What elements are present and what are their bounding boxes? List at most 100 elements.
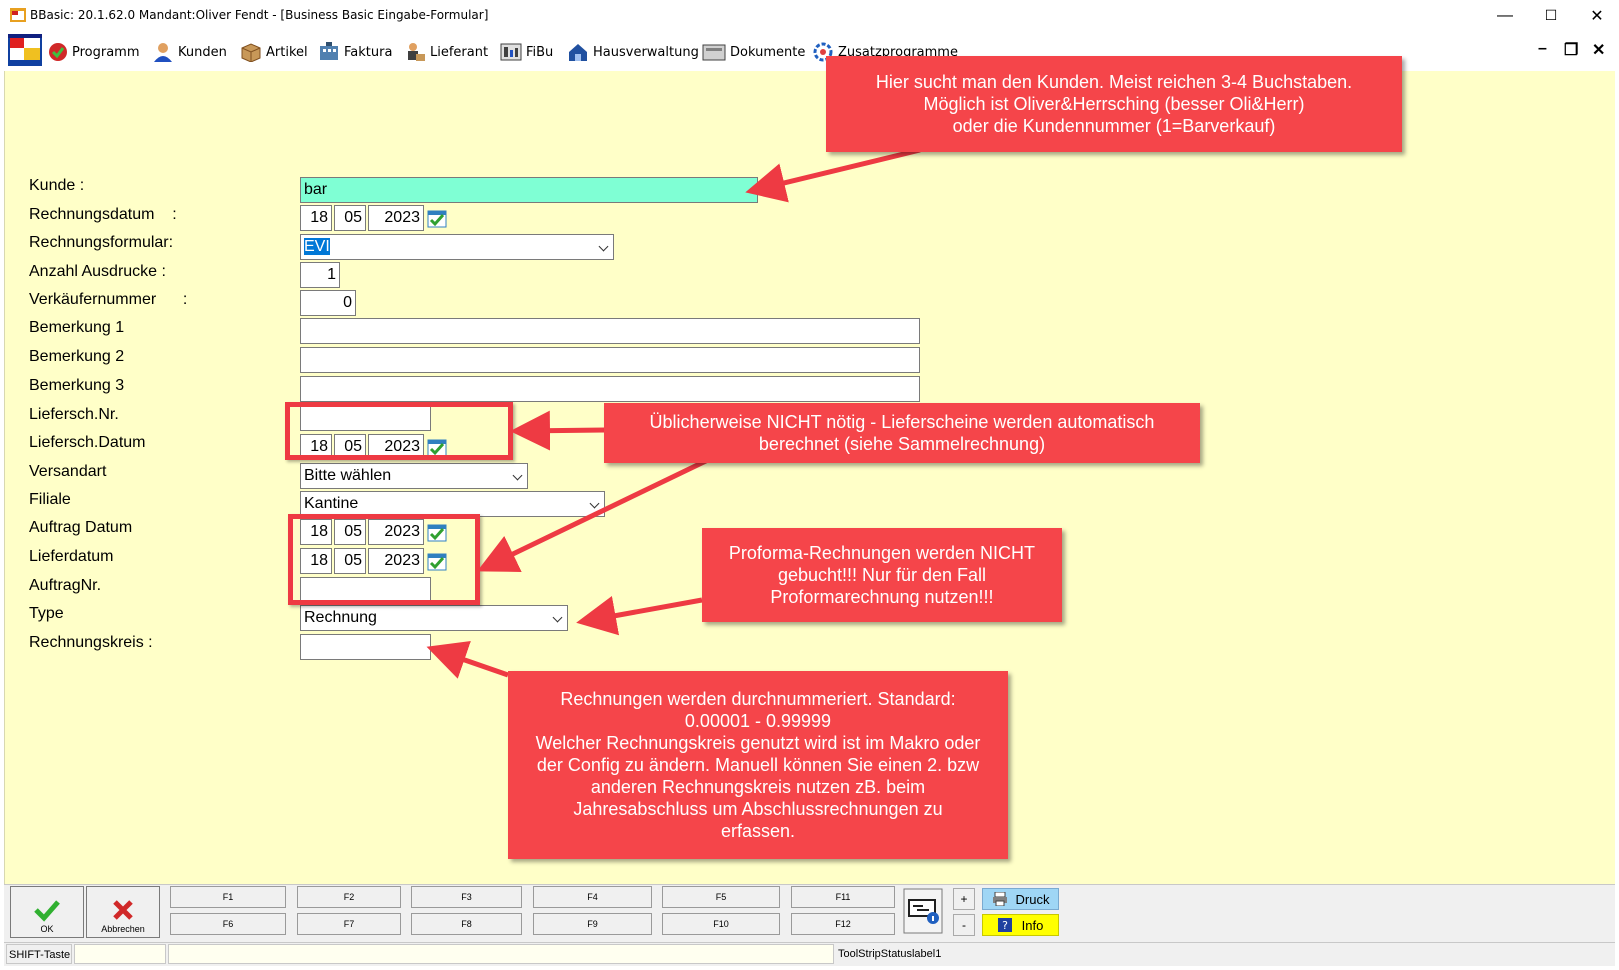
label-rechnungsdatum: Rechnungsdatum : bbox=[29, 206, 177, 223]
type-select[interactable]: Rechnung bbox=[300, 605, 568, 631]
menu-dokumente-label: Dokumente bbox=[730, 44, 806, 60]
druck-label: Druck bbox=[1015, 891, 1050, 907]
abbrechen-label: Abbrechen bbox=[101, 924, 145, 934]
abbrechen-button[interactable]: Abbrechen bbox=[86, 886, 160, 938]
checkmark-icon bbox=[34, 900, 60, 922]
status-shift: SHIFT-Taste bbox=[6, 944, 72, 964]
f4-button[interactable]: F4 bbox=[533, 886, 652, 908]
cancel-x-icon bbox=[113, 900, 133, 920]
ok-label: OK bbox=[40, 924, 54, 934]
highlight-box-liefersch bbox=[285, 402, 513, 460]
dokumente-icon bbox=[702, 44, 726, 61]
maximize-button[interactable]: ☐ bbox=[1528, 0, 1574, 31]
menu-kunden-label: Kunden bbox=[178, 44, 227, 60]
menu-kunden[interactable]: Kunden bbox=[152, 40, 227, 64]
label-auftragnr: AuftragNr. bbox=[29, 577, 102, 594]
f11-button[interactable]: F11 bbox=[791, 886, 895, 908]
artikel-box-icon bbox=[241, 43, 261, 62]
bemerkung1-input[interactable] bbox=[300, 318, 920, 344]
mdi-close-button[interactable]: ✕ bbox=[1592, 40, 1605, 60]
ok-button[interactable]: OK bbox=[10, 886, 84, 938]
highlight-box-auftrag bbox=[288, 514, 480, 605]
rechnungskreis-input[interactable] bbox=[300, 634, 431, 660]
callout-kunde: Hier sucht man den Kunden. Meist reichen… bbox=[826, 56, 1402, 152]
f12-button[interactable]: F12 bbox=[791, 913, 895, 935]
label-liefersch-nr: Liefersch.Nr. bbox=[29, 406, 119, 423]
menu-faktura-label: Faktura bbox=[344, 44, 393, 60]
rechnungsdatum-day-input[interactable]: 18 bbox=[300, 205, 332, 231]
title-bar: BBasic: 20.1.62.0 Mandant:Oliver Fendt -… bbox=[0, 0, 1619, 31]
minus-button[interactable]: - bbox=[953, 914, 975, 936]
minimize-button[interactable]: — bbox=[1482, 0, 1528, 31]
druck-button[interactable]: Druck bbox=[982, 888, 1059, 910]
label-anzahl-ausdrucke: Anzahl Ausdrucke : bbox=[29, 263, 166, 280]
f7-button[interactable]: F7 bbox=[297, 913, 401, 935]
fibu-icon bbox=[500, 43, 522, 61]
callout-proforma: Proforma-Rechnungen werden NICHT gebucht… bbox=[702, 528, 1062, 622]
lieferant-icon bbox=[408, 43, 425, 61]
label-filiale: Filiale bbox=[29, 491, 71, 508]
menu-dokumente[interactable]: Dokumente bbox=[702, 40, 805, 64]
calendar-check-icon[interactable] bbox=[426, 207, 448, 229]
f10-button[interactable]: F10 bbox=[662, 913, 780, 935]
menu-programm-label: Programm bbox=[72, 44, 140, 60]
rechnungsdatum-month-input[interactable]: 05 bbox=[334, 205, 366, 231]
f1-button[interactable]: F1 bbox=[170, 886, 286, 908]
menu-faktura[interactable]: Faktura bbox=[318, 40, 392, 64]
status-segment-empty-wide bbox=[168, 944, 834, 964]
rechnungsformular-value: EVI bbox=[304, 238, 330, 255]
anzahl-ausdrucke-input[interactable]: 1 bbox=[300, 262, 340, 288]
kunde-input[interactable]: bar bbox=[300, 177, 758, 203]
callout-rechnungskreis: Rechnungen werden durchnummeriert. Stand… bbox=[508, 671, 1008, 859]
hausverwaltung-icon bbox=[569, 44, 587, 61]
verkaeufernummer-input[interactable]: 0 bbox=[300, 290, 356, 316]
kunden-icon bbox=[154, 43, 172, 62]
callout-liefersch: Üblicherweise NICHT nötig - Lieferschein… bbox=[604, 403, 1200, 463]
info-label: Info bbox=[1021, 917, 1044, 933]
label-bemerkung3: Bemerkung 3 bbox=[29, 377, 125, 394]
mdi-minimize-button[interactable]: – bbox=[1538, 40, 1547, 58]
rechnungsformular-select[interactable]: EVI bbox=[300, 234, 614, 260]
bemerkung2-input[interactable] bbox=[300, 347, 920, 373]
menu-artikel[interactable]: Artikel bbox=[240, 40, 308, 64]
f9-button[interactable]: F9 bbox=[533, 913, 652, 935]
info-button[interactable]: ? Info bbox=[982, 914, 1059, 936]
bemerkung3-input[interactable] bbox=[300, 376, 920, 402]
menu-hausverwaltung[interactable]: Hausverwaltung bbox=[567, 40, 699, 64]
plus-button[interactable]: + bbox=[953, 888, 975, 910]
label-verkaeufernummer: Verkäufernummer : bbox=[29, 291, 188, 308]
menu-programm[interactable]: Programm bbox=[48, 40, 140, 64]
label-bemerkung1: Bemerkung 1 bbox=[29, 319, 125, 336]
f6-button[interactable]: F6 bbox=[170, 913, 286, 935]
close-button[interactable]: ✕ bbox=[1574, 0, 1619, 31]
window-title: BBasic: 20.1.62.0 Mandant:Oliver Fendt -… bbox=[30, 8, 489, 22]
label-bemerkung2: Bemerkung 2 bbox=[29, 348, 125, 365]
menu-fibu-label: FiBu bbox=[526, 44, 554, 60]
versandart-select[interactable]: Bitte wählen bbox=[300, 463, 528, 489]
f5-button[interactable]: F5 bbox=[662, 886, 780, 908]
label-auftrag-datum: Auftrag Datum bbox=[29, 519, 133, 536]
label-versandart: Versandart bbox=[29, 463, 107, 480]
faktura-icon bbox=[320, 42, 338, 60]
menu-lieferant-label: Lieferant bbox=[430, 44, 489, 60]
rechnungsdatum-year-input[interactable]: 2023 bbox=[368, 205, 424, 231]
app-icon bbox=[10, 8, 26, 22]
keyboard-info-icon[interactable] bbox=[903, 888, 943, 934]
label-lieferdatum: Lieferdatum bbox=[29, 548, 114, 565]
label-liefersch-datum: Liefersch.Datum bbox=[29, 434, 146, 451]
f3-button[interactable]: F3 bbox=[411, 886, 522, 908]
mdi-restore-button[interactable]: ❐ bbox=[1564, 40, 1578, 60]
f8-button[interactable]: F8 bbox=[411, 913, 522, 935]
help-icon: ? bbox=[997, 918, 1012, 932]
label-rechnungsformular: Rechnungsformular: bbox=[29, 234, 174, 251]
menu-hausverwaltung-label: Hausverwaltung bbox=[593, 44, 699, 60]
printer-icon bbox=[992, 892, 1007, 906]
label-type: Type bbox=[29, 605, 64, 622]
label-kunde: Kunde : bbox=[29, 177, 85, 194]
menu-lieferant[interactable]: Lieferant bbox=[404, 40, 488, 64]
programm-icon bbox=[49, 43, 67, 61]
f2-button[interactable]: F2 bbox=[297, 886, 401, 908]
menu-fibu[interactable]: FiBu bbox=[500, 40, 553, 64]
svg-text:?: ? bbox=[1002, 919, 1008, 932]
bbasic-logo-icon bbox=[8, 34, 42, 66]
